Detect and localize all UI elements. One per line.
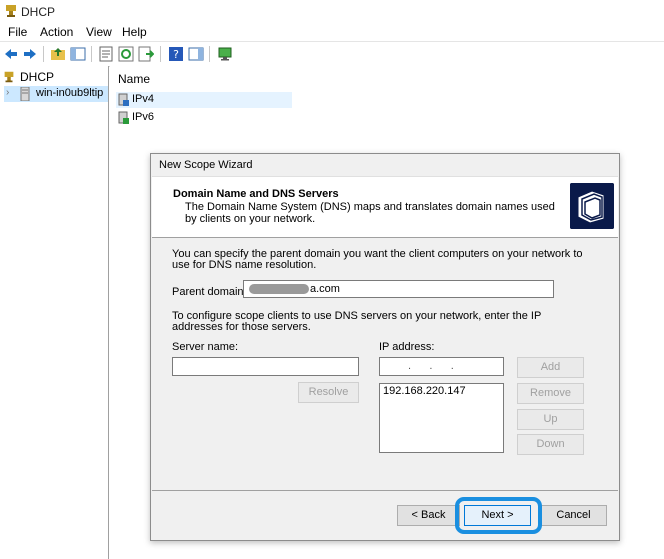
window-title: DHCP xyxy=(21,5,56,19)
next-button-highlight xyxy=(455,497,542,534)
menu-action[interactable]: Action xyxy=(40,25,73,39)
forward-arrow-icon[interactable] xyxy=(22,46,38,62)
parent-domain-intro: You can specify the parent domain you wa… xyxy=(172,248,583,271)
chevron-right-icon[interactable]: › xyxy=(6,87,9,98)
menu-help[interactable]: Help xyxy=(122,25,147,39)
add-button[interactable]: Add xyxy=(517,357,584,378)
server-name-input[interactable] xyxy=(172,357,359,376)
back-arrow-icon[interactable] xyxy=(3,46,19,62)
ipv4-icon xyxy=(118,93,129,106)
svg-text:?: ? xyxy=(173,48,179,61)
ip-address-label: IP address: xyxy=(379,341,435,353)
server-name-label: Server name: xyxy=(172,341,239,353)
properties-icon[interactable] xyxy=(98,46,114,62)
tree-node-label: win-in0ub9ltip xyxy=(36,87,104,99)
parent-domain-label: Parent domain: xyxy=(172,286,247,298)
menu-bar: File Action View Help xyxy=(0,22,664,41)
list-item[interactable]: IPv6 xyxy=(116,110,292,126)
list-item-label: IPv4 xyxy=(132,93,155,105)
menu-file[interactable]: File xyxy=(8,25,27,39)
ip-address-dots: . . . xyxy=(408,360,454,372)
toolbar: ? xyxy=(0,41,664,67)
toolbar-separator xyxy=(91,46,92,62)
tree-node-label: DHCP xyxy=(20,70,55,84)
window-titlebar: DHCP xyxy=(0,0,664,22)
parent-domain-value: a.com xyxy=(310,283,340,295)
resolve-button[interactable]: Resolve xyxy=(298,382,359,403)
server-icon xyxy=(20,87,30,101)
up-button[interactable]: Up xyxy=(517,409,584,430)
wizard-step-title: Domain Name and DNS Servers xyxy=(173,188,339,200)
list-item[interactable]: IPv4 xyxy=(116,92,292,108)
dns-servers-intro: To configure scope clients to use DNS se… xyxy=(172,310,542,333)
ip-address-input[interactable]: . . . xyxy=(379,357,504,376)
monitor-icon[interactable] xyxy=(217,46,233,62)
wizard-header: Domain Name and DNS Servers The Domain N… xyxy=(152,176,618,238)
show-hide-tree-icon[interactable] xyxy=(70,46,86,62)
up-folder-icon[interactable] xyxy=(50,46,66,62)
toolbar-separator xyxy=(160,46,161,62)
export-list-icon[interactable] xyxy=(138,46,154,62)
ip-address-list[interactable]: 192.168.220.147 xyxy=(379,383,504,453)
toolbar-separator xyxy=(43,46,44,62)
list-item-label: IPv6 xyxy=(132,111,155,123)
refresh-icon[interactable] xyxy=(118,46,134,62)
column-header-name[interactable]: Name xyxy=(114,72,298,88)
new-scope-wizard-dialog: New Scope Wizard Domain Name and DNS Ser… xyxy=(150,153,620,541)
dhcp-app-icon xyxy=(6,5,16,17)
dhcp-trophy-icon xyxy=(4,71,14,83)
ip-list-item[interactable]: 192.168.220.147 xyxy=(383,385,466,397)
parent-domain-input[interactable]: a.com xyxy=(243,280,554,298)
toolbar-separator xyxy=(209,46,210,62)
cancel-button[interactable]: Cancel xyxy=(540,505,607,526)
footer-divider xyxy=(152,490,618,491)
wizard-step-description: The Domain Name System (DNS) maps and tr… xyxy=(185,201,555,225)
menu-view[interactable]: View xyxy=(86,25,112,39)
dialog-title: New Scope Wizard xyxy=(159,159,253,171)
redacted-text xyxy=(249,284,309,294)
action-pane-icon[interactable] xyxy=(188,46,204,62)
remove-button[interactable]: Remove xyxy=(517,383,584,404)
ipv6-icon xyxy=(118,111,129,124)
back-button[interactable]: < Back xyxy=(397,505,460,526)
wizard-folders-icon xyxy=(570,183,614,229)
tree-node-server[interactable]: › win-in0ub9ltip xyxy=(4,86,108,102)
console-tree: DHCP › win-in0ub9ltip xyxy=(0,66,109,559)
down-button[interactable]: Down xyxy=(517,434,584,455)
help-icon[interactable]: ? xyxy=(168,46,184,62)
